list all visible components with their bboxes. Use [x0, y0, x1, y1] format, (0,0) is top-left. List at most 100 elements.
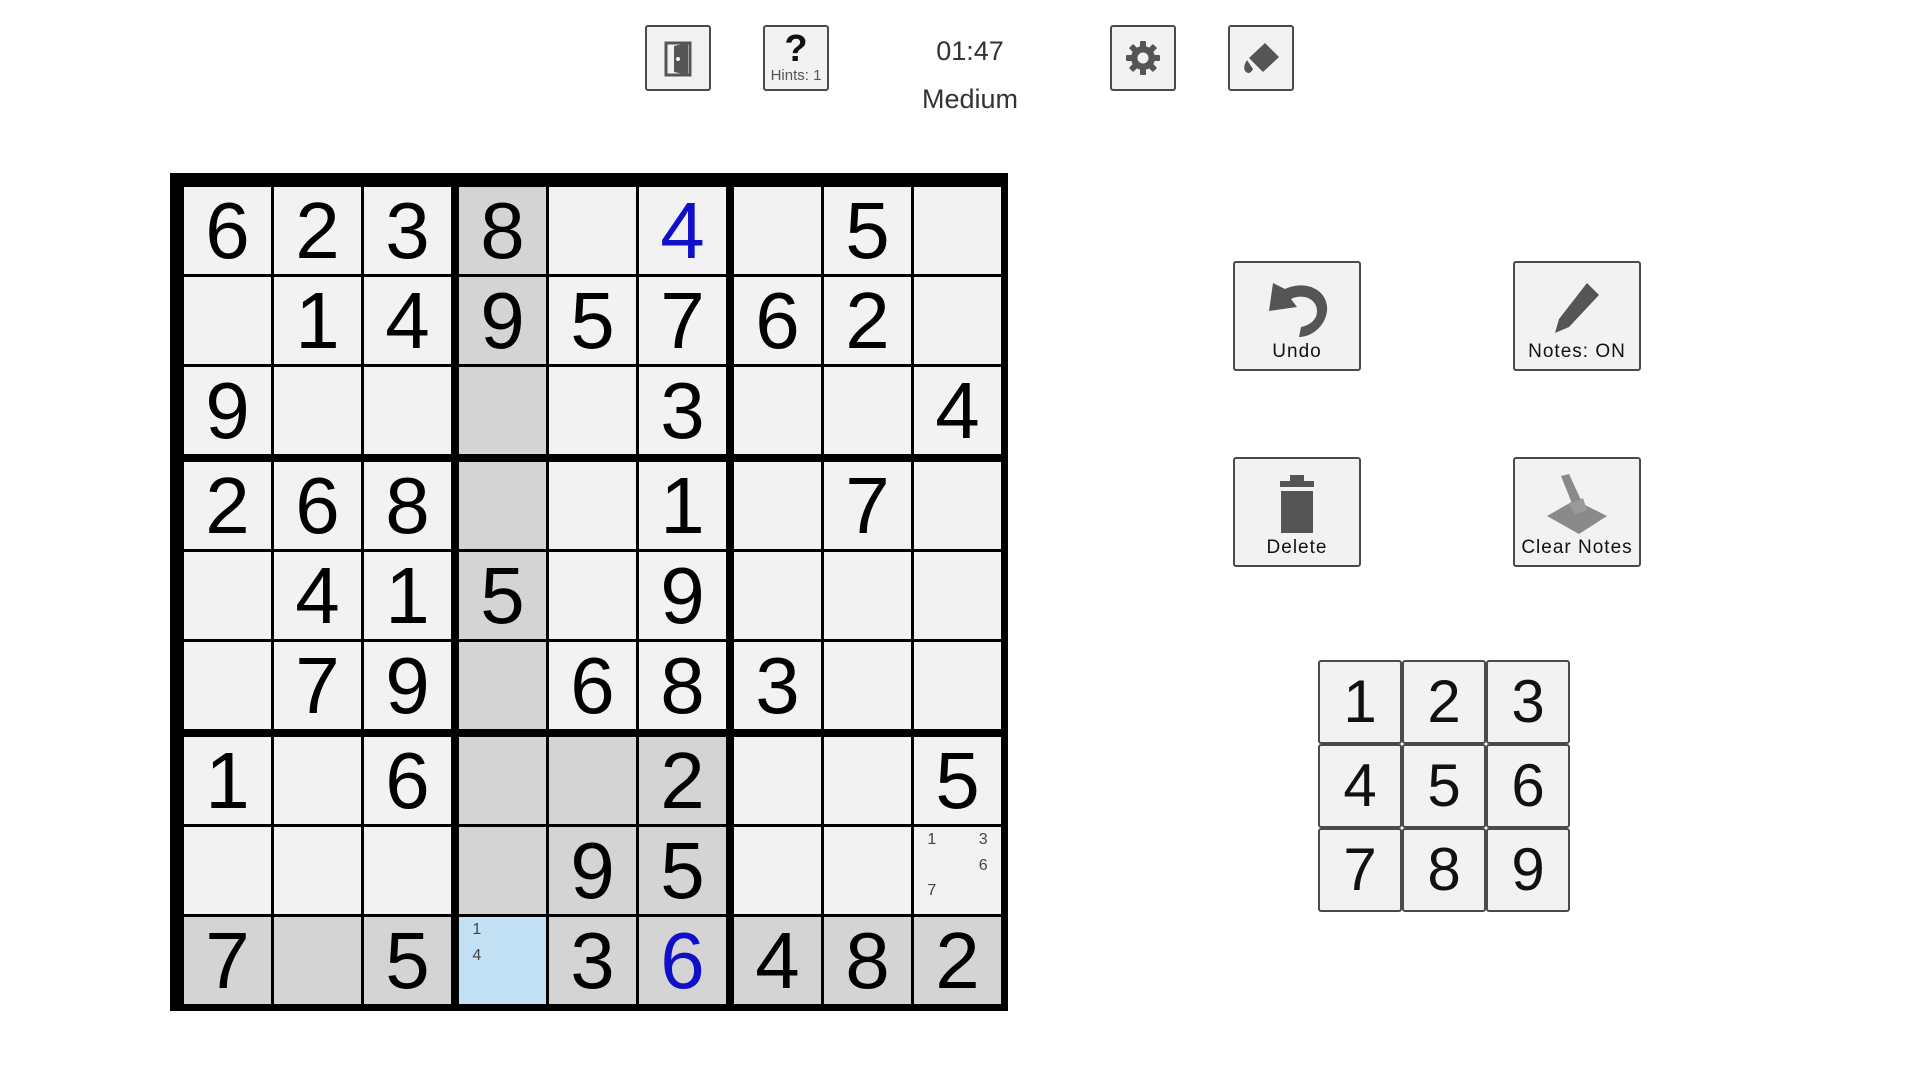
notes-toggle-button[interactable]: Notes: ON: [1513, 261, 1641, 371]
cell-r1c4[interactable]: 8: [459, 187, 546, 274]
cell-r9c5[interactable]: 3: [549, 917, 636, 1004]
cell-r1c9[interactable]: [914, 187, 1001, 274]
cell-r4c6[interactable]: 1: [639, 462, 726, 549]
cell-r1c3[interactable]: 3: [364, 187, 451, 274]
cell-r7c1[interactable]: 1: [184, 737, 271, 824]
cell-r7c8[interactable]: [824, 737, 911, 824]
numpad-key-3[interactable]: 3: [1486, 660, 1570, 744]
cell-r1c8[interactable]: 5: [824, 187, 911, 274]
cell-r9c4[interactable]: 14: [459, 917, 546, 1004]
cell-r8c4[interactable]: [459, 827, 546, 914]
cell-r3c2[interactable]: [274, 367, 361, 454]
cell-r5c4[interactable]: 5: [459, 552, 546, 639]
cell-r5c8[interactable]: [824, 552, 911, 639]
cell-r9c3[interactable]: 5: [364, 917, 451, 1004]
cell-r8c3[interactable]: [364, 827, 451, 914]
cell-r6c4[interactable]: [459, 642, 546, 729]
cell-r6c3[interactable]: 9: [364, 642, 451, 729]
cell-r4c8[interactable]: 7: [824, 462, 911, 549]
cell-r9c6[interactable]: 6: [639, 917, 726, 1004]
delete-button[interactable]: Delete: [1233, 457, 1361, 567]
cell-r3c1[interactable]: 9: [184, 367, 271, 454]
cell-r3c7[interactable]: [734, 367, 821, 454]
cell-r6c2[interactable]: 7: [274, 642, 361, 729]
cell-r2c5[interactable]: 5: [549, 277, 636, 364]
cell-r9c8[interactable]: 8: [824, 917, 911, 1004]
cell-r9c2[interactable]: [274, 917, 361, 1004]
cell-r9c7[interactable]: 4: [734, 917, 821, 1004]
cell-r4c9[interactable]: [914, 462, 1001, 549]
cell-r1c5[interactable]: [549, 187, 636, 274]
cell-r8c6[interactable]: 5: [639, 827, 726, 914]
exit-button[interactable]: [645, 25, 711, 91]
cell-r6c5[interactable]: 6: [549, 642, 636, 729]
cell-r7c2[interactable]: [274, 737, 361, 824]
cell-r2c2[interactable]: 1: [274, 277, 361, 364]
numpad-key-5[interactable]: 5: [1402, 744, 1486, 828]
note-digit: 1: [472, 921, 482, 938]
cell-r6c9[interactable]: [914, 642, 1001, 729]
cell-r5c9[interactable]: [914, 552, 1001, 639]
cell-r4c1[interactable]: 2: [184, 462, 271, 549]
numpad-key-9[interactable]: 9: [1486, 828, 1570, 912]
cell-r4c3[interactable]: 8: [364, 462, 451, 549]
cell-r8c1[interactable]: [184, 827, 271, 914]
cell-r5c1[interactable]: [184, 552, 271, 639]
cell-r7c4[interactable]: [459, 737, 546, 824]
cell-r6c6[interactable]: 8: [639, 642, 726, 729]
cell-r1c1[interactable]: 6: [184, 187, 271, 274]
cell-r2c7[interactable]: 6: [734, 277, 821, 364]
cell-r3c3[interactable]: [364, 367, 451, 454]
cell-r9c1[interactable]: 7: [184, 917, 271, 1004]
cell-r3c9[interactable]: 4: [914, 367, 1001, 454]
settings-button[interactable]: [1110, 25, 1176, 91]
cell-r2c9[interactable]: [914, 277, 1001, 364]
undo-button[interactable]: Undo: [1233, 261, 1361, 371]
cell-r2c6[interactable]: 7: [639, 277, 726, 364]
cell-r8c2[interactable]: [274, 827, 361, 914]
cell-r7c6[interactable]: 2: [639, 737, 726, 824]
cell-r8c9[interactable]: 1 3 6 7: [914, 827, 1001, 914]
cell-r5c7[interactable]: [734, 552, 821, 639]
cell-r1c7[interactable]: [734, 187, 821, 274]
cell-r2c1[interactable]: [184, 277, 271, 364]
clear-notes-button[interactable]: Clear Notes: [1513, 457, 1641, 567]
cell-r2c3[interactable]: 4: [364, 277, 451, 364]
cell-r7c9[interactable]: 5: [914, 737, 1001, 824]
cell-r9c9[interactable]: 2: [914, 917, 1001, 1004]
numpad-key-8[interactable]: 8: [1402, 828, 1486, 912]
cell-r8c5[interactable]: 9: [549, 827, 636, 914]
cell-r5c2[interactable]: 4: [274, 552, 361, 639]
numpad-key-6[interactable]: 6: [1486, 744, 1570, 828]
cell-r8c8[interactable]: [824, 827, 911, 914]
cell-r7c5[interactable]: [549, 737, 636, 824]
cell-r5c6[interactable]: 9: [639, 552, 726, 639]
question-mark-icon: ?: [784, 28, 808, 70]
cell-r3c8[interactable]: [824, 367, 911, 454]
theme-button[interactable]: [1228, 25, 1294, 91]
cell-r1c6[interactable]: 4: [639, 187, 726, 274]
cell-r7c7[interactable]: [734, 737, 821, 824]
numpad-key-7[interactable]: 7: [1318, 828, 1402, 912]
cell-r3c5[interactable]: [549, 367, 636, 454]
cell-r6c8[interactable]: [824, 642, 911, 729]
cell-r4c2[interactable]: 6: [274, 462, 361, 549]
numpad-key-2[interactable]: 2: [1402, 660, 1486, 744]
cell-r8c7[interactable]: [734, 827, 821, 914]
cell-r5c3[interactable]: 1: [364, 552, 451, 639]
numpad-key-1[interactable]: 1: [1318, 660, 1402, 744]
cell-r3c6[interactable]: 3: [639, 367, 726, 454]
cell-r1c2[interactable]: 2: [274, 187, 361, 274]
cell-r6c7[interactable]: 3: [734, 642, 821, 729]
cell-r3c4[interactable]: [459, 367, 546, 454]
cell-r6c1[interactable]: [184, 642, 271, 729]
cell-r7c3[interactable]: 6: [364, 737, 451, 824]
cell-r4c4[interactable]: [459, 462, 546, 549]
cell-r2c4[interactable]: 9: [459, 277, 546, 364]
cell-r4c7[interactable]: [734, 462, 821, 549]
cell-r5c5[interactable]: [549, 552, 636, 639]
cell-r4c5[interactable]: [549, 462, 636, 549]
cell-r2c8[interactable]: 2: [824, 277, 911, 364]
hint-button[interactable]: ? Hints: 1: [763, 25, 829, 91]
numpad-key-4[interactable]: 4: [1318, 744, 1402, 828]
